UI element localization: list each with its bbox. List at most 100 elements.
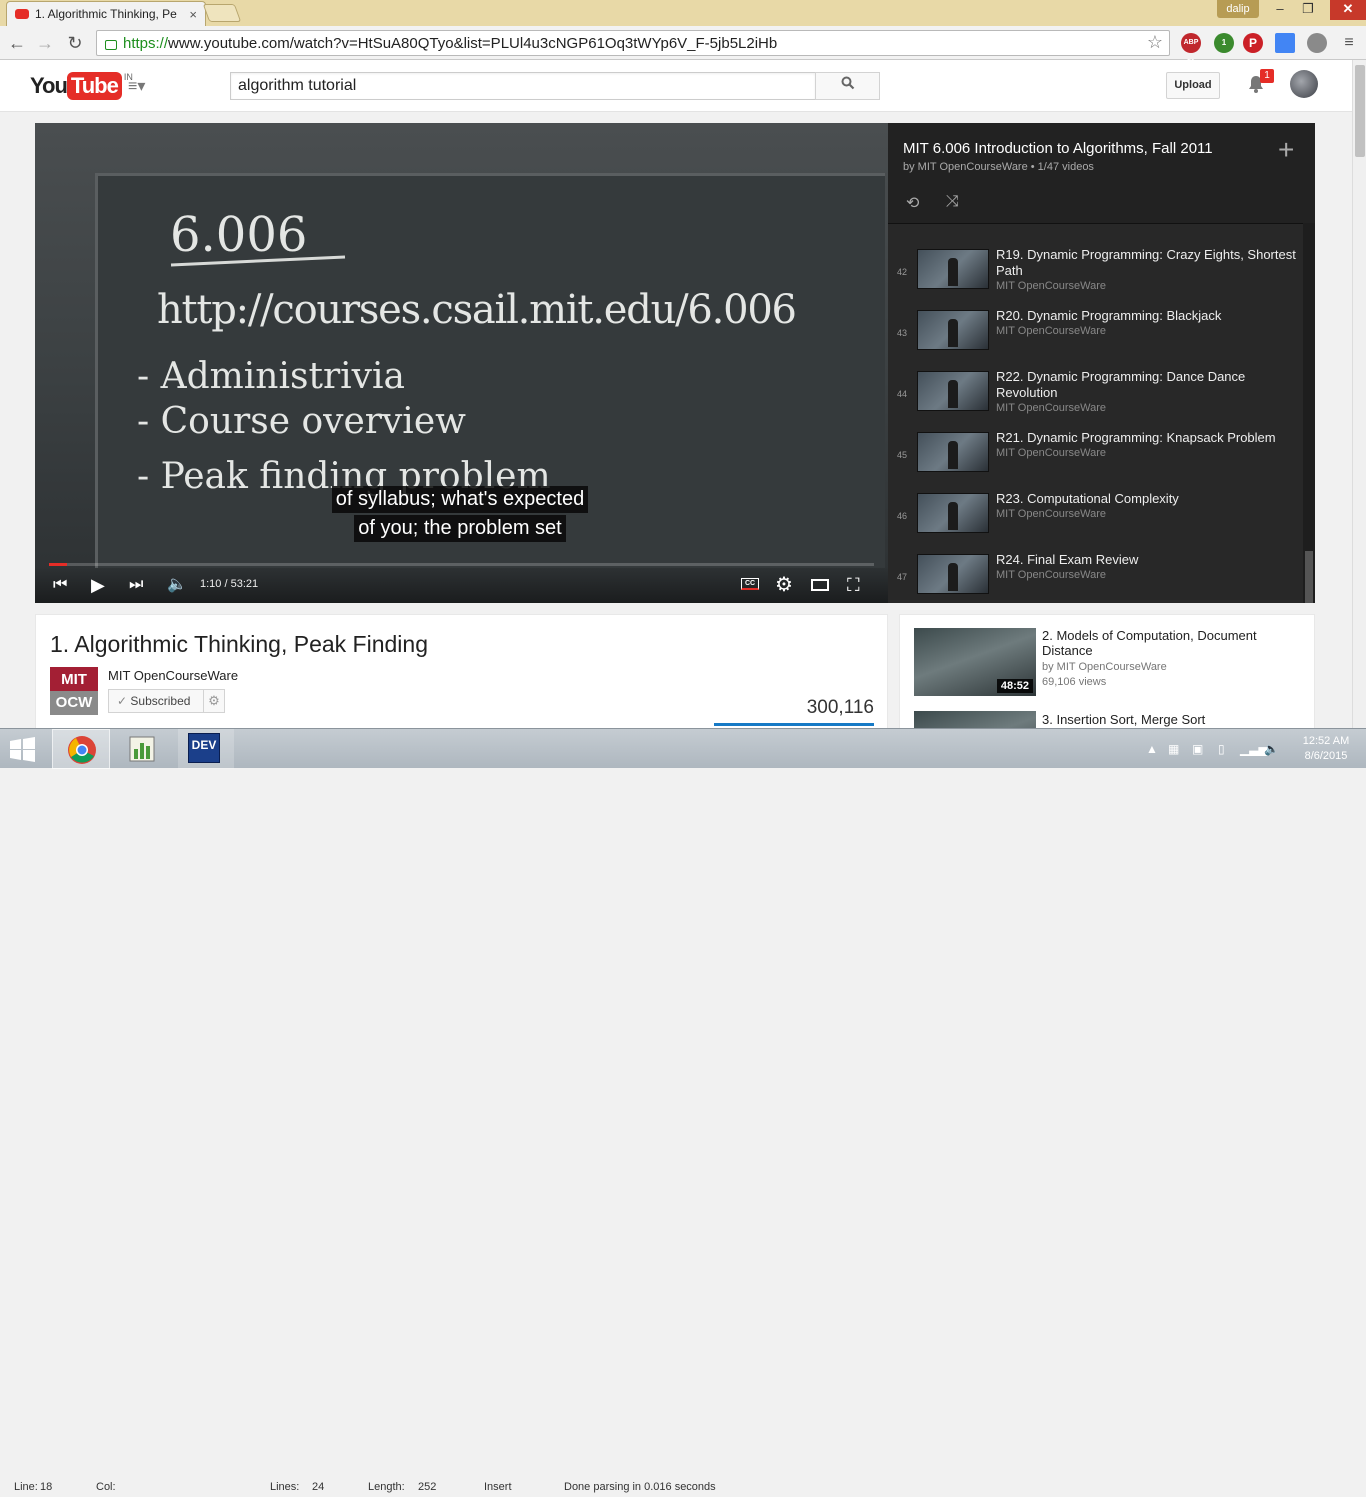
tab-title: 1. Algorithmic Thinking, Pe (35, 7, 177, 21)
tray-volume-icon[interactable]: 🔈 (1264, 742, 1279, 756)
playlist-item-title: R23. Computational Complexity (996, 491, 1179, 506)
video-title: 1. Algorithmic Thinking, Peak Finding (50, 631, 428, 657)
browser-toolbar: ← → ↻ https://www.youtube.com/watch?v=Ht… (0, 26, 1366, 66)
youtube-logo[interactable]: You Tube IN (30, 72, 133, 100)
playlist-item-channel: MIT OpenCourseWare (996, 447, 1107, 459)
video-thumbnail (917, 249, 989, 289)
subscribed-button[interactable]: ✓ Subscribed (108, 689, 204, 713)
playlist-title[interactable]: MIT 6.006 Introduction to Algorithms, Fa… (903, 140, 1213, 157)
taskbar-chrome[interactable] (52, 729, 110, 769)
related-videos: 48:52 2. Models of Computation, Document… (899, 614, 1315, 728)
channel-name-link[interactable]: MIT OpenCourseWare (108, 668, 238, 683)
guide-menu-icon[interactable]: ≡▾ (128, 79, 150, 95)
player-controls: ⏮ ▶ ⏭ 🔈 1:10 / 53:21 CC ⚙ ⛶ (35, 566, 888, 603)
playlist-item[interactable]: 43 R20. Dynamic Programming: Blackjack M… (888, 306, 1303, 367)
playlist-item-channel: MIT OpenCourseWare (996, 325, 1107, 337)
video-thumbnail (917, 493, 989, 533)
menu-hamburger-icon[interactable]: ≡ (1338, 32, 1360, 54)
extension-colorful-icon[interactable] (1275, 33, 1295, 53)
tray-arrow-icon[interactable]: ▲ (1146, 742, 1158, 756)
related-thumbnail[interactable] (914, 711, 1036, 728)
playlist-item-title: R19. Dynamic Programming: Crazy Eights, … (996, 247, 1296, 278)
youtube-favicon-icon (15, 9, 29, 19)
tray-network-icon[interactable]: ▣ (1192, 742, 1203, 756)
profile-user-chip[interactable]: dalip (1217, 0, 1259, 18)
new-tab-button[interactable] (202, 4, 242, 22)
user-avatar[interactable] (1290, 70, 1318, 98)
taskbar-clock[interactable]: 12:52 AM 8/6/2015 (1296, 734, 1356, 764)
playlist-item-title: R22. Dynamic Programming: Dance Dance Re… (996, 369, 1246, 400)
subscription-settings-gear-icon[interactable]: ⚙ (203, 689, 225, 713)
adblock-icon[interactable]: ABP 51 (1181, 33, 1201, 66)
minimize-icon[interactable]: – (1266, 0, 1294, 20)
check-icon: ✓ (117, 694, 131, 708)
url-text: https://www.youtube.com/watch?v=HtSuA80Q… (123, 34, 778, 52)
search-icon (841, 76, 854, 90)
channel-logo[interactable]: MIT OCW (50, 667, 98, 715)
playlist-items: 42 R19. Dynamic Programming: Crazy Eight… (888, 223, 1303, 603)
play-icon[interactable]: ▶ (91, 572, 105, 598)
tray-window-icon[interactable]: ▦ (1168, 742, 1179, 756)
reload-icon[interactable]: ↻ (64, 32, 86, 54)
page-scrollbar[interactable] (1352, 60, 1366, 728)
tray-battery-icon[interactable]: ▯ (1218, 742, 1225, 756)
related-views: 69,106 views (1042, 676, 1107, 688)
bookmark-star-icon[interactable]: ☆ (1147, 32, 1163, 53)
playlist-item-title: R20. Dynamic Programming: Blackjack (996, 308, 1222, 323)
window-close-icon[interactable]: ✕ (1330, 0, 1366, 20)
related-title[interactable]: 3. Insertion Sort, Merge Sort (1042, 712, 1292, 727)
playlist-item[interactable]: 47 R24. Final Exam Review MIT OpenCourse… (888, 550, 1303, 603)
view-count: 300,116 (806, 697, 874, 718)
video-thumbnail (917, 371, 989, 411)
playlist-item[interactable]: 42 R19. Dynamic Programming: Crazy Eight… (888, 245, 1303, 306)
forward-icon[interactable]: → (34, 32, 56, 54)
tab-youtube[interactable]: 1. Algorithmic Thinking, Pe × (6, 1, 206, 26)
playlist-item[interactable]: 46 R23. Computational Complexity MIT Ope… (888, 489, 1303, 550)
captions-icon[interactable]: CC (741, 578, 759, 590)
next-icon[interactable]: ⏭ (129, 572, 143, 598)
chalk-item-administrivia: - Administrivia (137, 356, 405, 397)
search-button[interactable] (815, 72, 880, 100)
address-bar[interactable]: https://www.youtube.com/watch?v=HtSuA80Q… (96, 30, 1170, 56)
chrome-icon (68, 736, 96, 764)
playlist-item-channel: MIT OpenCourseWare (996, 280, 1107, 292)
lock-icon (105, 40, 117, 50)
youtube-header: You Tube IN ≡▾ Upload 1 (0, 60, 1352, 112)
related-title[interactable]: 2. Models of Computation, Document Dista… (1042, 628, 1292, 658)
restore-icon[interactable]: ❐ (1294, 0, 1322, 20)
playlist-header: MIT 6.006 Introduction to Algorithms, Fa… (888, 123, 1315, 223)
theater-mode-icon[interactable] (811, 572, 829, 598)
windows-start-icon[interactable] (6, 735, 38, 763)
video-duration: 48:52 (996, 679, 1033, 693)
settings-gear-icon[interactable]: ⚙ (775, 572, 793, 598)
playlist-subtitle: by MIT OpenCourseWare • 1/47 videos (903, 161, 1094, 173)
playlist-scrollbar[interactable] (1303, 223, 1315, 603)
save-playlist-plus-icon[interactable]: + (1278, 136, 1294, 164)
chart-app-icon (129, 736, 155, 762)
taskbar-devcpp[interactable]: DEV (178, 729, 234, 769)
fullscreen-icon[interactable]: ⛶ (847, 572, 860, 598)
video-thumbnail (917, 432, 989, 472)
chalk-item-overview: - Course overview (137, 401, 466, 442)
shuffle-icon[interactable]: ⤨ (946, 193, 959, 211)
playlist-item[interactable]: 45 R21. Dynamic Programming: Knapsack Pr… (888, 428, 1303, 489)
playlist-panel: MIT 6.006 Introduction to Algorithms, Fa… (888, 123, 1315, 603)
taskbar-chart-app[interactable] (112, 729, 170, 769)
globe-icon[interactable] (1307, 33, 1327, 53)
related-thumbnail[interactable]: 48:52 (914, 628, 1036, 696)
tab-close-icon[interactable]: × (189, 7, 197, 22)
upload-button[interactable]: Upload (1166, 72, 1220, 99)
scrollbar-thumb[interactable] (1355, 65, 1365, 157)
chalk-url: http://courses.csail.mit.edu/6.006 (157, 287, 797, 333)
volume-icon[interactable]: 🔈 (167, 572, 187, 598)
devcpp-icon: DEV (188, 733, 220, 763)
playlist-item-title: R24. Final Exam Review (996, 552, 1139, 567)
loop-icon[interactable]: ⟲ (906, 193, 919, 213)
pinterest-icon[interactable]: P (1243, 33, 1263, 53)
video-player[interactable]: 6.006 http://courses.csail.mit.edu/6.006… (35, 123, 888, 603)
search-input[interactable] (230, 72, 816, 100)
extension-green-icon[interactable]: 1 (1214, 33, 1234, 53)
back-icon[interactable]: ← (6, 32, 28, 54)
playlist-item[interactable]: 44 R22. Dynamic Programming: Dance Dance… (888, 367, 1303, 428)
previous-icon[interactable]: ⏮ (53, 572, 67, 598)
